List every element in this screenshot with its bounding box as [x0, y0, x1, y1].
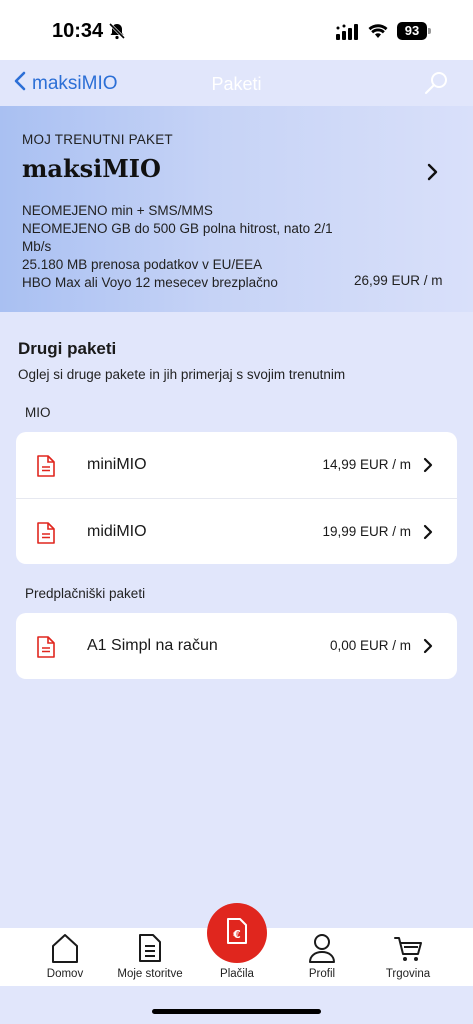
services-icon	[137, 932, 163, 969]
signal-icon	[336, 24, 360, 45]
section-subtitle: Oglej si druge pakete in jih primerjaj s…	[18, 367, 346, 382]
page-title: Paketi	[211, 74, 262, 94]
package-name: miniMIO	[87, 456, 147, 473]
tab-label: Moje storitve	[117, 968, 183, 980]
chevron-right-icon	[423, 524, 433, 545]
navigation-bar: maksiMIO Paketi	[0, 60, 473, 106]
profile-icon	[307, 932, 337, 969]
package-price: 0,00 EUR / m	[329, 638, 411, 653]
chevron-right-icon	[423, 457, 433, 478]
euro-invoice-icon: €	[225, 917, 249, 950]
svg-text:€: €	[232, 928, 241, 941]
bottom-area	[0, 986, 473, 1024]
tab-label: Domov	[46, 968, 84, 980]
package-card-prepaid: A1 Simpl na račun 0,00 EUR / m	[16, 613, 457, 679]
feature-line: 25.180 MB prenosa podatkov v EU/EEA	[22, 257, 263, 272]
status-bar: 10:34 93	[0, 0, 473, 60]
package-price: 14,99 EUR / m	[322, 457, 411, 472]
package-card-mio: miniMIO 14,99 EUR / m midiMIO 19,99 EUR …	[16, 432, 457, 564]
document-icon	[36, 635, 56, 664]
feature-line: NEOMEJENO GB do 500 GB polna hitrost, na…	[22, 221, 333, 254]
search-button[interactable]	[422, 70, 450, 103]
cart-icon	[393, 932, 423, 969]
section-title: Drugi paketi	[18, 339, 117, 358]
tab-label: Profil	[308, 968, 336, 980]
home-indicator[interactable]	[152, 1009, 321, 1014]
battery-level: 93	[397, 22, 427, 40]
document-icon	[36, 454, 56, 483]
feature-line: NEOMEJENO min + SMS/MMS	[22, 203, 213, 218]
search-icon	[422, 72, 450, 102]
tab-shop[interactable]: Trgovina	[373, 928, 443, 986]
current-package-price: 26,99 EUR / m	[354, 273, 443, 288]
tab-home[interactable]: Domov	[30, 928, 100, 986]
group-label-prepaid: Predplačniški paketi	[25, 586, 146, 601]
tab-services[interactable]: Moje storitve	[110, 928, 190, 986]
bell-muted-icon	[108, 22, 126, 45]
package-row-a1-simpl[interactable]: A1 Simpl na račun 0,00 EUR / m	[16, 613, 457, 679]
package-name: A1 Simpl na račun	[87, 637, 218, 654]
battery-icon: 93	[397, 22, 431, 40]
home-icon	[50, 932, 80, 969]
payments-button[interactable]: €	[207, 903, 267, 963]
package-price: 19,99 EUR / m	[322, 524, 411, 539]
group-label-mio: MIO	[25, 405, 51, 420]
package-row-minimio[interactable]: miniMIO 14,99 EUR / m	[16, 432, 457, 498]
document-icon	[36, 521, 56, 550]
tab-profile[interactable]: Profil	[287, 928, 357, 986]
status-time: 10:34	[52, 20, 104, 42]
chevron-right-icon	[423, 638, 433, 659]
package-row-midimio[interactable]: midiMIO 19,99 EUR / m	[16, 498, 457, 564]
chevron-right-icon[interactable]	[426, 163, 438, 186]
current-package-label: MOJ TRENUTNI PAKET	[22, 132, 173, 147]
tab-label: Plačila	[220, 968, 254, 980]
tab-label: Trgovina	[385, 968, 431, 980]
package-name: midiMIO	[87, 523, 147, 540]
current-package-card[interactable]: MOJ TRENUTNI PAKET maksiMIO NEOMEJENO mi…	[0, 106, 473, 312]
wifi-icon	[368, 23, 388, 44]
current-package-name: maksiMIO	[22, 154, 161, 183]
